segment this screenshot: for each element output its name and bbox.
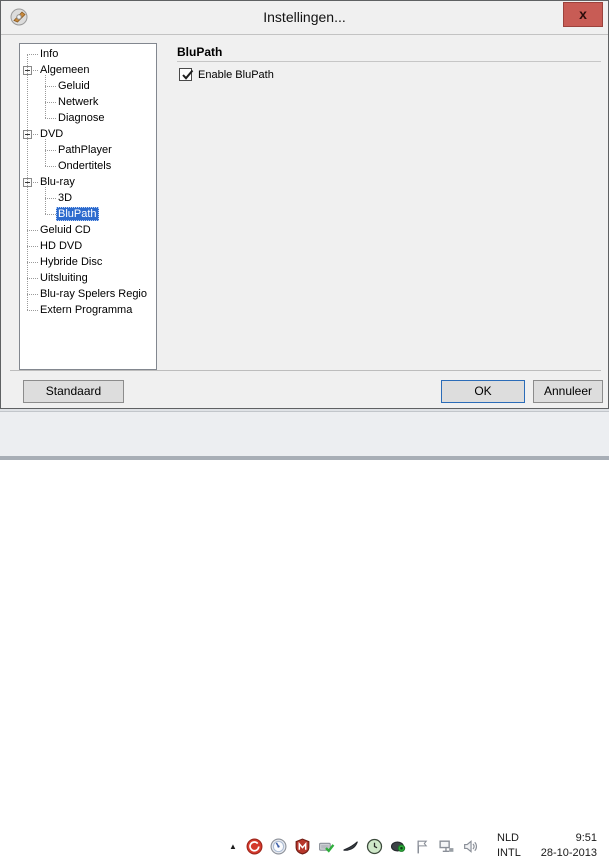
gauge-icon[interactable] bbox=[270, 837, 288, 855]
clock-date[interactable]: 28-10-2013 bbox=[541, 846, 597, 861]
tree-item-label: Ondertitels bbox=[58, 160, 112, 172]
tree-item-label: Algemeen bbox=[40, 64, 90, 76]
tree-item-label: Blu-ray bbox=[40, 176, 75, 188]
tree-item-label: 3D bbox=[58, 192, 73, 204]
hidden-icons-arrow-icon[interactable]: ▲ bbox=[229, 842, 237, 851]
tree-item-label: Extern Programma bbox=[40, 304, 133, 316]
volume-icon[interactable] bbox=[462, 837, 480, 855]
tree-item-pathplayer[interactable]: PathPlayer bbox=[20, 142, 156, 158]
tree-item-hd-dvd[interactable]: HD DVD bbox=[20, 238, 156, 254]
annuleer-button[interactable]: Annuleer bbox=[533, 380, 603, 403]
mcafee-shield-icon[interactable] bbox=[294, 837, 312, 855]
tree-item-hybride-disc[interactable]: Hybride Disc bbox=[20, 254, 156, 270]
tree-item-uitsluiting[interactable]: Uitsluiting bbox=[20, 270, 156, 286]
tree-item-label: DVD bbox=[40, 128, 64, 140]
tree-item-diagnose[interactable]: Diagnose bbox=[20, 110, 156, 126]
ok-button[interactable]: OK bbox=[441, 380, 525, 403]
tree-item-info[interactable]: Info bbox=[20, 46, 156, 62]
tree-item-3d[interactable]: 3D bbox=[20, 190, 156, 206]
settings-dialog: Instellingen... x Info Algemeen Geluid Netw… bbox=[0, 0, 609, 409]
page-title: BluPath bbox=[177, 45, 223, 59]
tree-item-label: Netwerk bbox=[58, 96, 99, 108]
device-check-icon[interactable] bbox=[318, 837, 336, 855]
tree-item-geluid[interactable]: Geluid bbox=[20, 78, 156, 94]
webcam-icon[interactable] bbox=[390, 837, 408, 855]
dark-wing-icon[interactable] bbox=[342, 837, 360, 855]
tree-item-blu-ray-spelers-regio[interactable]: Blu-ray Spelers Regio bbox=[20, 286, 156, 302]
taskbar: ▲ NLD 9:51 INTL 28-10-2013 bbox=[0, 411, 609, 859]
tree-item-label: Geluid bbox=[58, 80, 90, 92]
tree-item-label: Geluid CD bbox=[40, 224, 91, 236]
settings-tree: Info Algemeen Geluid Netwerk Diagnose DVD Path… bbox=[19, 43, 157, 370]
tree-item-algemeen[interactable]: Algemeen bbox=[20, 62, 156, 78]
red-swirl-icon[interactable] bbox=[246, 837, 264, 855]
language-code[interactable]: NLD bbox=[497, 831, 519, 846]
tree-item-label: Hybride Disc bbox=[40, 256, 103, 268]
actioncenter-flag-icon[interactable] bbox=[414, 837, 432, 855]
tree-item-ondertitels[interactable]: Ondertitels bbox=[20, 158, 156, 174]
clock-time[interactable]: 9:51 bbox=[576, 831, 597, 846]
tree-item-dvd[interactable]: DVD bbox=[20, 126, 156, 142]
tree-connector-line bbox=[45, 139, 46, 166]
footer-divider bbox=[10, 370, 601, 371]
desktop: Instellingen... x Info Algemeen Geluid Netw… bbox=[0, 0, 609, 859]
title-bar[interactable]: Instellingen... x bbox=[1, 1, 608, 35]
tree-connector-line bbox=[45, 75, 46, 118]
enable-blupath-label: Enable BluPath bbox=[198, 69, 274, 81]
tree-connector-line bbox=[45, 187, 46, 214]
checkmark-icon bbox=[182, 69, 194, 80]
tree-item-label: Blu-ray Spelers Regio bbox=[40, 288, 147, 300]
tree-item-netwerk[interactable]: Netwerk bbox=[20, 94, 156, 110]
close-button[interactable]: x bbox=[563, 2, 603, 27]
tree-item-label: Info bbox=[40, 48, 59, 60]
tree-item-label: Uitsluiting bbox=[40, 272, 88, 284]
tree-item-label: Diagnose bbox=[58, 112, 105, 124]
clock-language-area[interactable]: NLD 9:51 INTL 28-10-2013 bbox=[497, 831, 597, 861]
tree-item-label: BluPath bbox=[56, 207, 99, 221]
tree-connector-line bbox=[27, 54, 28, 310]
tree-item-label: HD DVD bbox=[40, 240, 83, 252]
tree-item-blupath[interactable]: BluPath bbox=[20, 206, 156, 222]
tree-item-extern-programma[interactable]: Extern Programma bbox=[20, 302, 156, 318]
enable-blupath-checkbox[interactable] bbox=[179, 68, 194, 81]
tree-item-label: PathPlayer bbox=[58, 144, 112, 156]
tree-item-blu-ray[interactable]: Blu-ray bbox=[20, 174, 156, 190]
keyboard-layout[interactable]: INTL bbox=[497, 846, 521, 861]
window-title: Instellingen... bbox=[263, 9, 346, 25]
tree-item-geluid-cd[interactable]: Geluid CD bbox=[20, 222, 156, 238]
taskbar-edge bbox=[0, 456, 609, 460]
system-tray: ▲ bbox=[229, 833, 480, 859]
green-clock-icon[interactable] bbox=[366, 837, 384, 855]
standaard-button[interactable]: Standaard bbox=[23, 380, 124, 403]
network-icon[interactable] bbox=[438, 837, 456, 855]
header-divider bbox=[177, 61, 601, 62]
